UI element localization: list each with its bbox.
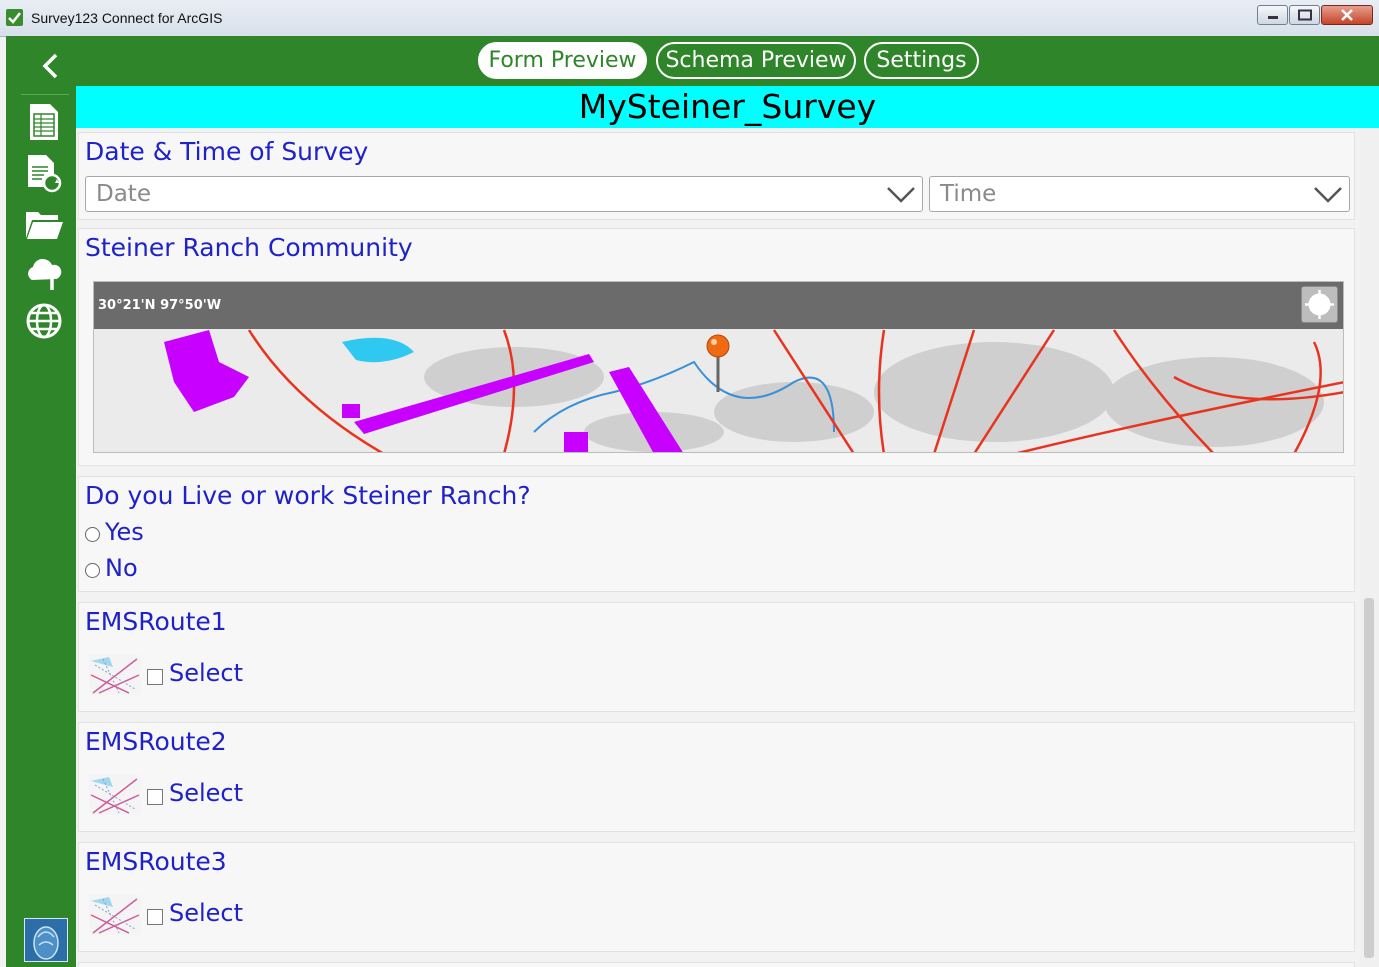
window-title: Survey123 Connect for ArcGIS <box>31 10 223 26</box>
tab-form-preview[interactable]: Form Preview <box>478 42 647 79</box>
sidebar <box>6 36 76 967</box>
survey-form: Date & Time of Survey Date Time Steiner … <box>76 128 1379 967</box>
time-dropdown[interactable]: Time <box>929 176 1350 212</box>
map-coordinates: 30°21'N 97°50'W <box>98 298 222 313</box>
question-label: EMSRoute1 <box>85 607 227 636</box>
select-checkbox[interactable] <box>147 789 163 805</box>
tab-schema-preview[interactable]: Schema Preview <box>656 42 856 79</box>
locate-button[interactable] <box>1301 286 1338 323</box>
sidebar-divider <box>21 94 69 95</box>
chevron-down-icon <box>887 187 915 203</box>
select-label: Select <box>169 899 244 927</box>
minimize-icon <box>1267 16 1278 19</box>
radio-label: No <box>105 554 138 582</box>
route-thumbnail-image <box>89 655 141 695</box>
question-label: Date & Time of Survey <box>85 137 369 166</box>
globe-icon[interactable] <box>24 301 64 341</box>
radio-label: Yes <box>105 518 144 546</box>
question-label: Do you Live or work Steiner Ranch? <box>85 481 531 510</box>
user-avatar[interactable] <box>24 918 68 962</box>
map-view[interactable]: 30°21'N 97°50'W <box>93 281 1344 453</box>
scrollbar-thumb[interactable] <box>1364 598 1374 958</box>
date-dropdown[interactable]: Date <box>85 176 923 212</box>
cloud-upload-icon[interactable] <box>24 252 64 292</box>
route-thumbnail-image <box>89 895 141 935</box>
question-live-work: Do you Live or work Steiner Ranch? Yes N… <box>78 476 1355 592</box>
refresh-form-icon[interactable] <box>24 153 64 193</box>
question-emsroute3: EMSRoute3 Select <box>78 842 1355 952</box>
header-bar: Form Preview Schema Preview Settings <box>76 36 1379 86</box>
restore-icon <box>1297 9 1312 21</box>
select-label: Select <box>169 659 244 687</box>
question-emsroute2: EMSRoute2 Select <box>78 722 1355 832</box>
date-placeholder: Date <box>96 181 151 207</box>
select-checkbox[interactable] <box>147 909 163 925</box>
back-arrow-icon[interactable] <box>36 50 68 82</box>
close-button[interactable] <box>1321 5 1373 25</box>
question-label: EMSRoute2 <box>85 727 227 756</box>
tab-settings[interactable]: Settings <box>864 42 979 79</box>
question-community: Steiner Ranch Community 30°21'N 97°50'W <box>78 228 1355 466</box>
avatar-icon <box>33 926 59 960</box>
survey123-app-icon <box>6 9 23 26</box>
radio-button[interactable] <box>85 527 100 542</box>
radio-button[interactable] <box>85 563 100 578</box>
minimize-button[interactable] <box>1257 5 1288 25</box>
maximize-button[interactable] <box>1289 5 1320 25</box>
time-placeholder: Time <box>940 181 997 207</box>
question-datetime: Date & Time of Survey Date Time <box>78 132 1355 220</box>
question-next <box>78 962 1355 967</box>
map-toolbar: 30°21'N 97°50'W <box>94 282 1343 329</box>
crosshair-icon <box>1305 290 1334 319</box>
select-checkbox[interactable] <box>147 669 163 685</box>
form-list-icon[interactable] <box>24 102 64 142</box>
close-icon <box>1341 9 1353 21</box>
folder-icon[interactable] <box>24 204 64 244</box>
select-label: Select <box>169 779 244 807</box>
chevron-down-icon <box>1314 187 1342 203</box>
question-label: Steiner Ranch Community <box>85 233 413 262</box>
survey-title: MySteiner_Survey <box>76 86 1379 128</box>
window-title-bar: Survey123 Connect for ArcGIS <box>0 0 1379 37</box>
question-emsroute1: EMSRoute1 Select <box>78 602 1355 712</box>
question-label: EMSRoute3 <box>85 847 227 876</box>
form-scrollbar[interactable] <box>1360 128 1379 967</box>
route-thumbnail-image <box>89 775 141 815</box>
